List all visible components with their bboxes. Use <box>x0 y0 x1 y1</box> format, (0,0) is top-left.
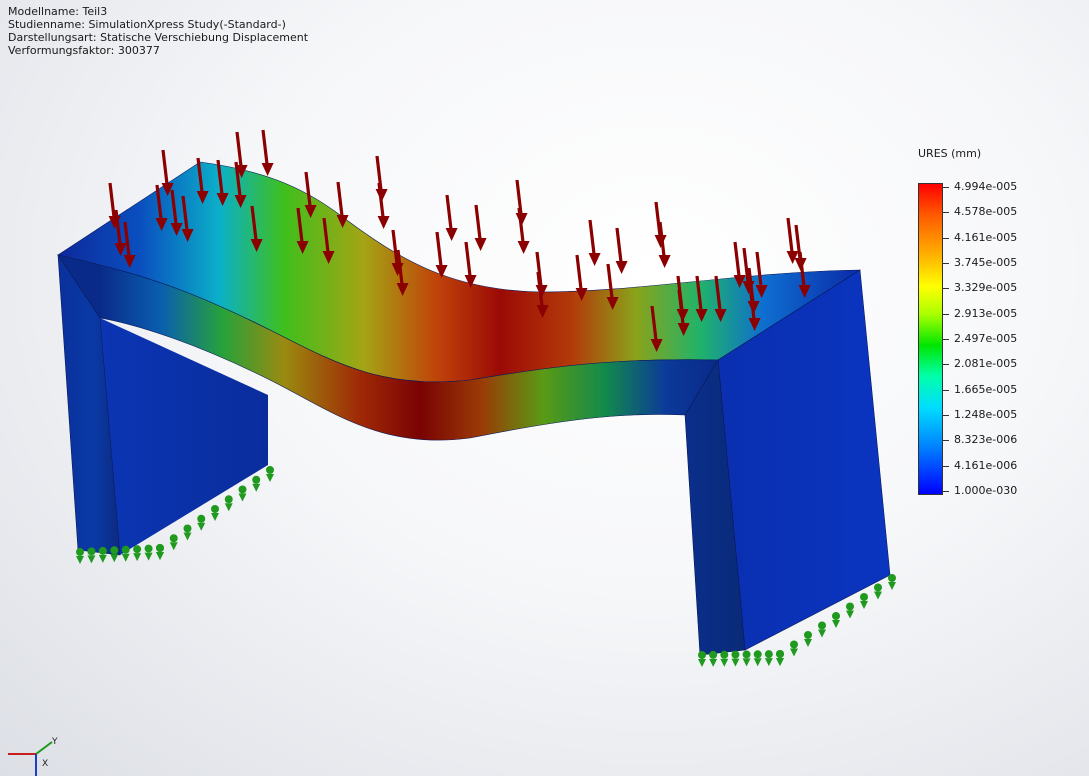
legend-tick-label: 4.161e-005 <box>954 230 1018 244</box>
load-arrow-icon <box>445 194 458 241</box>
fixture-icon <box>731 650 740 667</box>
legend-tick-label: 3.329e-005 <box>954 281 1018 295</box>
color-scale-bar <box>918 183 943 495</box>
fixture-icon <box>753 650 762 667</box>
fixture-icon <box>211 505 219 521</box>
legend-tick-label: 1.665e-005 <box>954 382 1018 396</box>
load-arrow-icon <box>435 231 448 278</box>
fixture-icon <box>98 546 107 563</box>
fixture-icon <box>790 640 798 657</box>
legend-tick-label: 2.497e-005 <box>954 332 1018 345</box>
coordinate-triad-icon: Y X <box>8 737 58 776</box>
fixture-icon <box>133 545 142 562</box>
fixture-icon <box>156 544 164 560</box>
color-scale-labels: 4.994e-005 4.578e-005 4.161e-005 3.745e-005… <box>943 180 1043 497</box>
load-arrow-icon <box>588 219 601 266</box>
fixture-icon <box>874 583 882 600</box>
load-arrow-icon <box>474 204 487 251</box>
fixture-icon <box>776 650 784 666</box>
load-arrow-icon <box>464 241 477 288</box>
legend-tick-label: 1.248e-005 <box>954 408 1018 421</box>
fixture-icon <box>832 612 840 628</box>
legend-tick-label: 4.994e-005 <box>954 180 1018 193</box>
fixture-icon <box>121 545 130 562</box>
fixture-icon <box>888 574 896 590</box>
legend-tick-label: 4.161e-006 <box>954 458 1018 472</box>
fixture-icon <box>144 544 153 561</box>
fixture-icon <box>709 650 718 667</box>
fixture-icon <box>76 548 84 564</box>
fixture-icon <box>87 547 96 564</box>
fixture-icon <box>183 524 192 541</box>
triad-x-label: X <box>42 759 48 769</box>
legend-tick-label: 3.745e-005 <box>954 256 1018 269</box>
load-arrow-icon <box>261 129 274 176</box>
fixture-icon <box>860 593 868 609</box>
fixture-icon <box>252 475 261 492</box>
triad-y-label: Y <box>51 737 58 747</box>
fixture-icon <box>238 485 247 502</box>
fixture-icon <box>720 650 729 667</box>
legend-tick-label: 2.081e-005 <box>954 357 1018 371</box>
fixture-icon <box>169 534 178 551</box>
fixture-icon <box>110 546 119 563</box>
fixture-icon <box>698 651 706 667</box>
fixture-icon <box>266 466 274 482</box>
fixture-icon <box>846 602 854 619</box>
legend-tick-label: 8.323e-006 <box>954 433 1018 447</box>
load-arrow-icon <box>615 227 628 274</box>
legend-title: URES (mm) <box>918 147 982 160</box>
fixture-icon <box>197 514 206 531</box>
fixture-icon <box>224 495 233 512</box>
fixture-icon <box>742 650 751 667</box>
fixture-icon <box>804 631 812 647</box>
fixture-icon <box>764 650 773 667</box>
fixture-icon <box>818 621 826 638</box>
legend-tick-label: 4.578e-005 <box>954 205 1018 219</box>
legend-tick-label: 2.913e-005 <box>954 306 1018 320</box>
legend-tick-label: 1.000e-030 <box>954 484 1018 497</box>
